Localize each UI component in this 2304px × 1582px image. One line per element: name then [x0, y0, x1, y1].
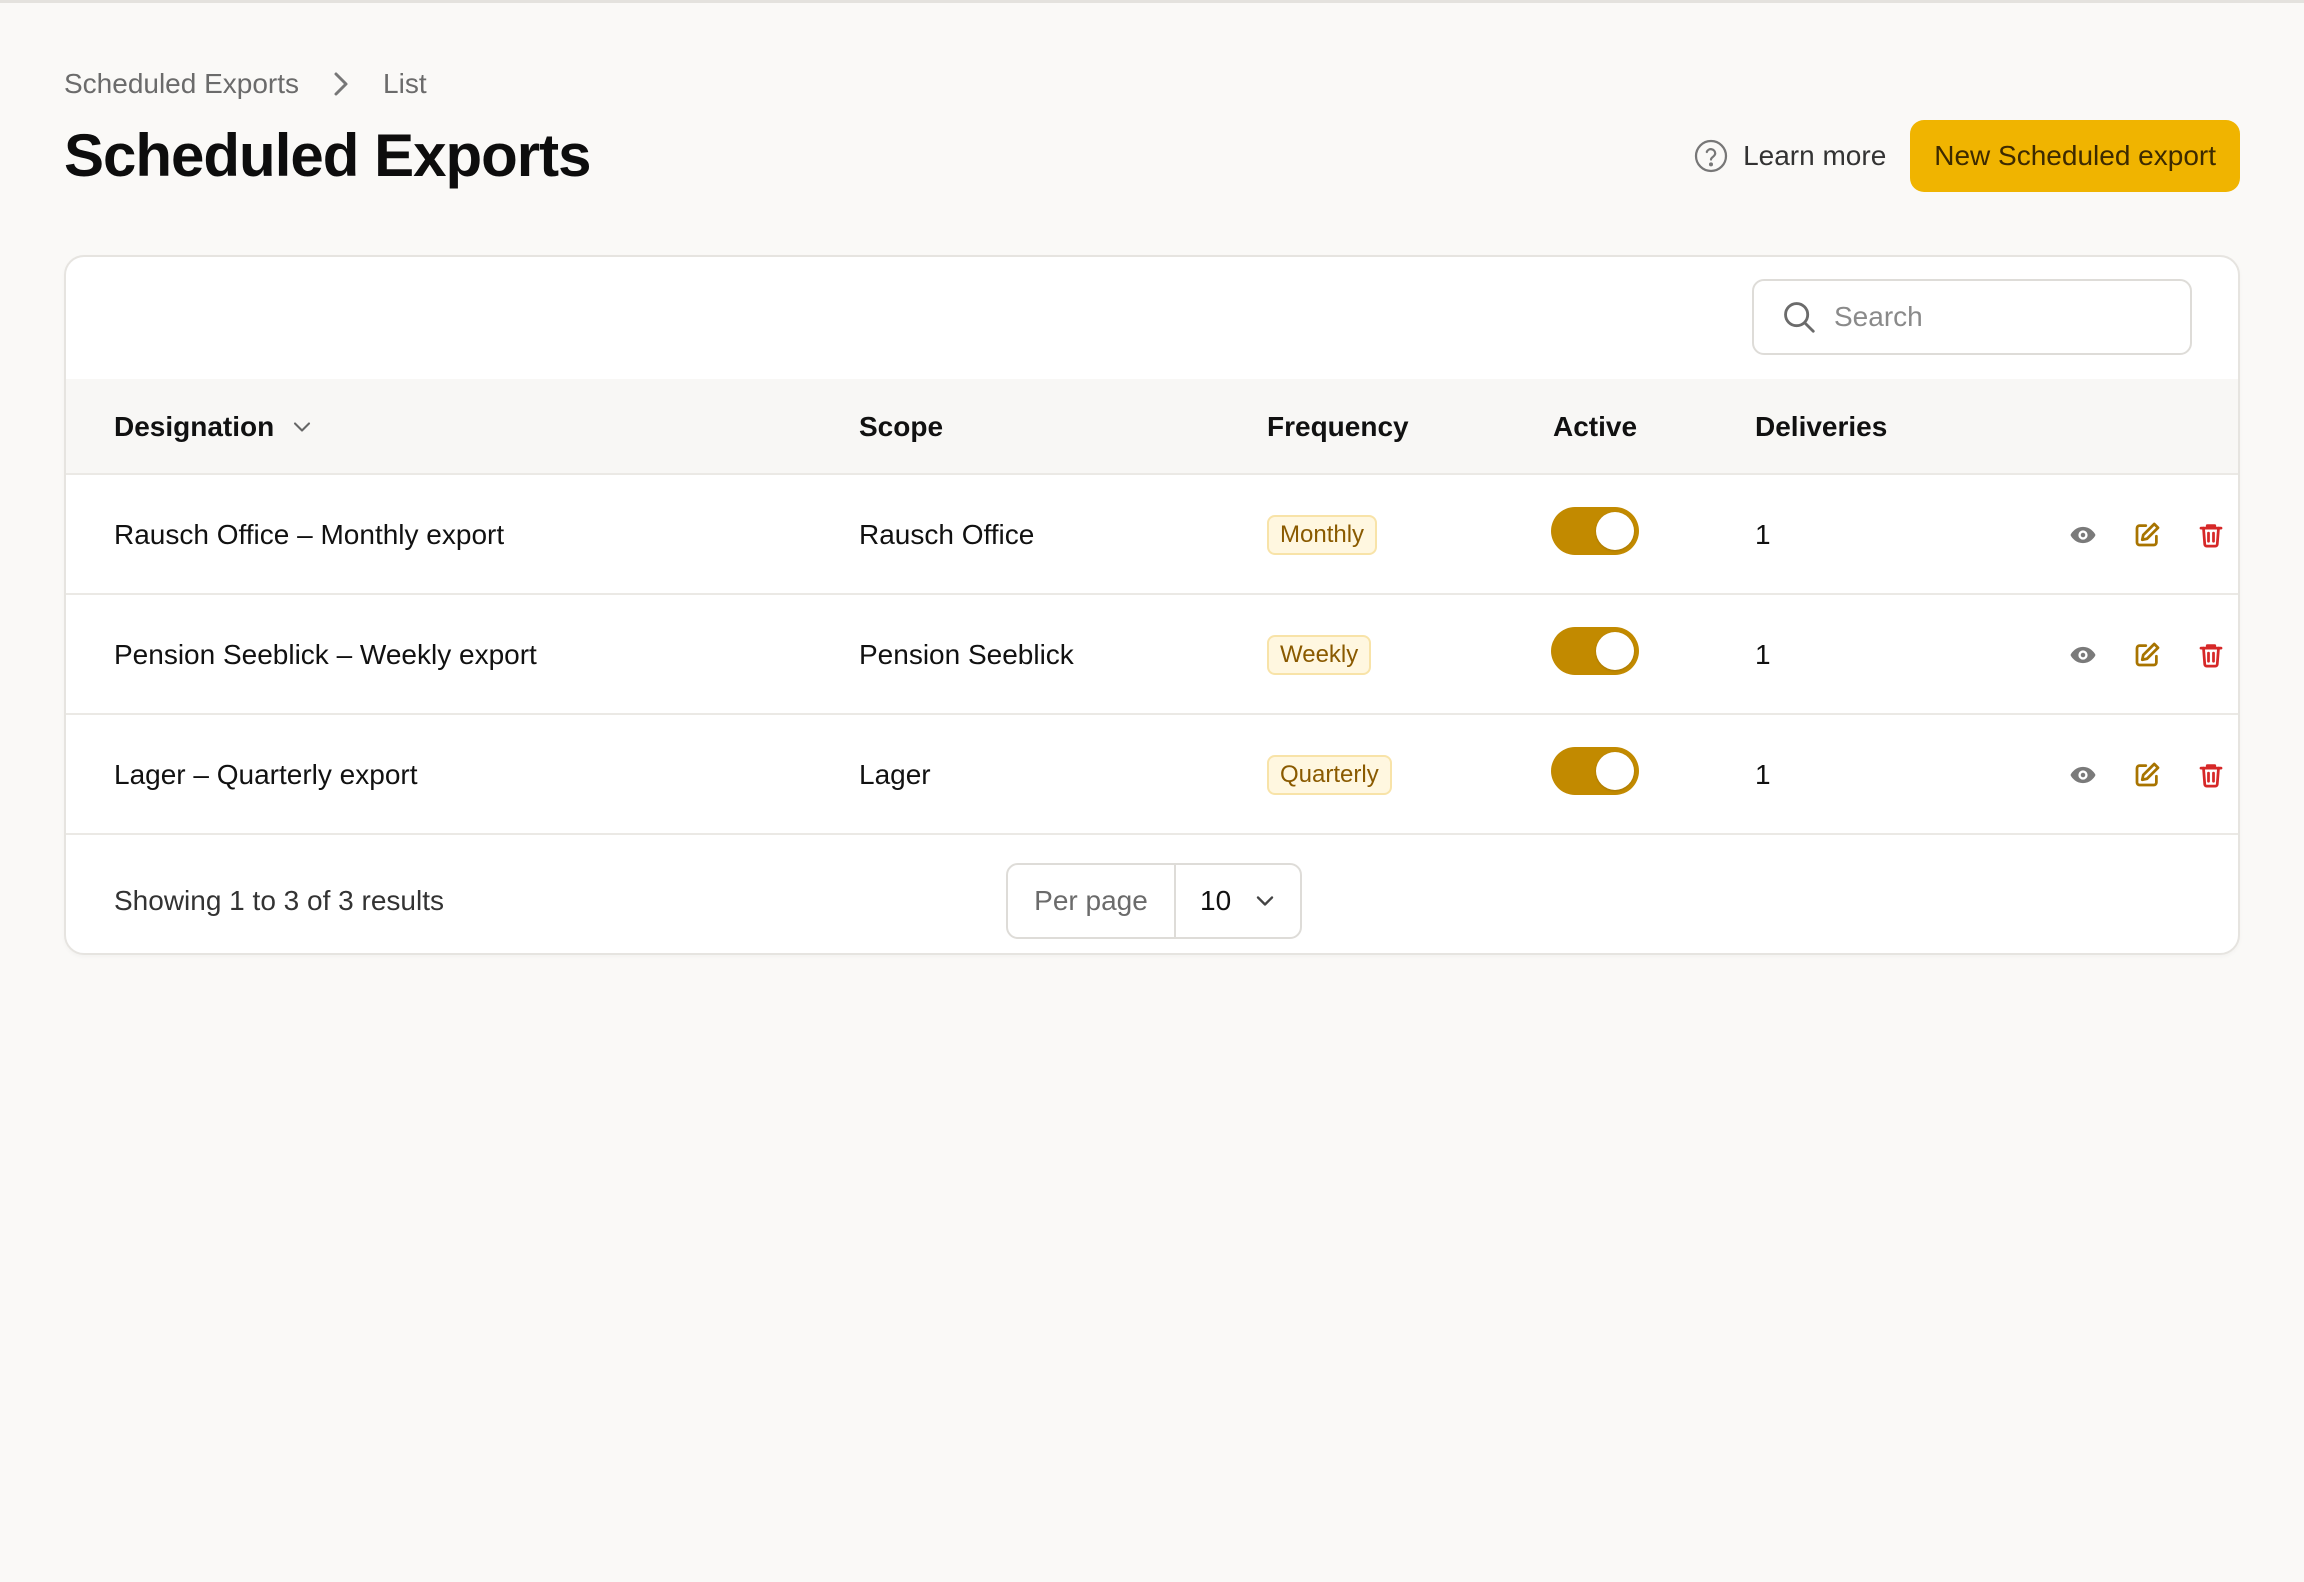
eye-icon: [2070, 526, 2096, 544]
row-scope: Lager: [859, 759, 931, 790]
row-deliveries: 1: [1755, 639, 1771, 670]
edit-button[interactable]: [2130, 758, 2164, 792]
column-header-frequency: Frequency: [1267, 411, 1409, 442]
edit-icon: [2135, 762, 2160, 787]
delete-button[interactable]: [2194, 638, 2228, 672]
edit-icon: [2135, 522, 2160, 547]
trash-icon: [2199, 524, 2223, 548]
breadcrumb-root-link[interactable]: Scheduled Exports: [64, 68, 299, 100]
table-row: Pension Seeblick – Weekly export Pension…: [66, 595, 2238, 715]
frequency-badge: Weekly: [1267, 635, 1372, 675]
learn-more-label: Learn more: [1743, 140, 1887, 171]
top-divider: [0, 0, 2304, 3]
row-scope: Pension Seeblick: [859, 639, 1074, 670]
per-page-select[interactable]: 10: [1176, 865, 1300, 937]
per-page-label: Per page: [1008, 865, 1176, 937]
edit-button[interactable]: [2130, 518, 2164, 552]
column-header-active: Active: [1553, 411, 1638, 442]
view-button[interactable]: [2066, 518, 2100, 552]
eye-icon: [2070, 766, 2096, 784]
new-scheduled-export-button[interactable]: New Scheduled export: [1910, 120, 2240, 192]
active-toggle[interactable]: [1551, 747, 1639, 795]
active-toggle[interactable]: [1551, 507, 1639, 555]
row-actions: [2066, 595, 2228, 715]
row-deliveries: 1: [1755, 519, 1771, 550]
results-summary: Showing 1 to 3 of 3 results: [114, 885, 444, 916]
table-header: Designation Scope Frequency Active Deliv…: [66, 379, 2238, 475]
table-footer: Showing 1 to 3 of 3 results Per page 10: [66, 841, 2238, 953]
chevron-down-icon: [1256, 896, 1274, 906]
row-designation: Lager – Quarterly export: [114, 759, 418, 790]
search-icon: [1784, 302, 1815, 333]
per-page-control: Per page 10: [1006, 863, 1302, 939]
row-designation: Pension Seeblick – Weekly export: [114, 639, 537, 670]
row-deliveries: 1: [1755, 759, 1771, 790]
column-header-deliveries: Deliveries: [1755, 411, 1888, 442]
page-title: Scheduled Exports: [64, 122, 591, 189]
delete-button[interactable]: [2194, 518, 2228, 552]
search-input[interactable]: [1832, 300, 2176, 334]
view-button[interactable]: [2066, 758, 2100, 792]
breadcrumb: Scheduled Exports List: [64, 64, 427, 104]
active-toggle[interactable]: [1551, 627, 1639, 675]
row-designation: Rausch Office – Monthly export: [114, 519, 505, 550]
toggle-knob: [1596, 632, 1634, 670]
row-actions: [2066, 715, 2228, 835]
exports-table-card: Designation Scope Frequency Active Deliv…: [64, 255, 2240, 955]
breadcrumb-current: List: [383, 68, 427, 99]
frequency-badge: Monthly: [1267, 515, 1378, 555]
header-actions: Learn more New Scheduled export: [1693, 120, 2240, 192]
edit-button[interactable]: [2130, 638, 2164, 672]
trash-icon: [2199, 764, 2223, 788]
table-toolbar: [66, 257, 2238, 381]
view-button[interactable]: [2066, 638, 2100, 672]
learn-more-link[interactable]: Learn more: [1693, 120, 1886, 192]
row-actions: [2066, 475, 2228, 595]
frequency-badge: Quarterly: [1267, 755, 1392, 795]
chevron-right-icon: [321, 64, 361, 104]
edit-icon: [2135, 642, 2160, 667]
toggle-knob: [1596, 752, 1634, 790]
column-header-scope: Scope: [859, 411, 944, 442]
column-header-designation-label: Designation: [114, 411, 275, 442]
delete-button[interactable]: [2194, 758, 2228, 792]
question-circle-icon: [1694, 139, 1728, 173]
table-row: Rausch Office – Monthly export Rausch Of…: [66, 475, 2238, 595]
table-row: Lager – Quarterly export Lager Quarterly…: [66, 715, 2238, 835]
row-scope: Rausch Office: [859, 519, 1035, 550]
toggle-knob: [1596, 512, 1634, 550]
search-field[interactable]: [1752, 279, 2192, 355]
eye-icon: [2070, 646, 2096, 664]
trash-icon: [2199, 644, 2223, 668]
per-page-value: 10: [1200, 885, 1232, 916]
column-header-designation[interactable]: Designation: [114, 379, 316, 475]
chevron-down-icon: [294, 422, 311, 432]
